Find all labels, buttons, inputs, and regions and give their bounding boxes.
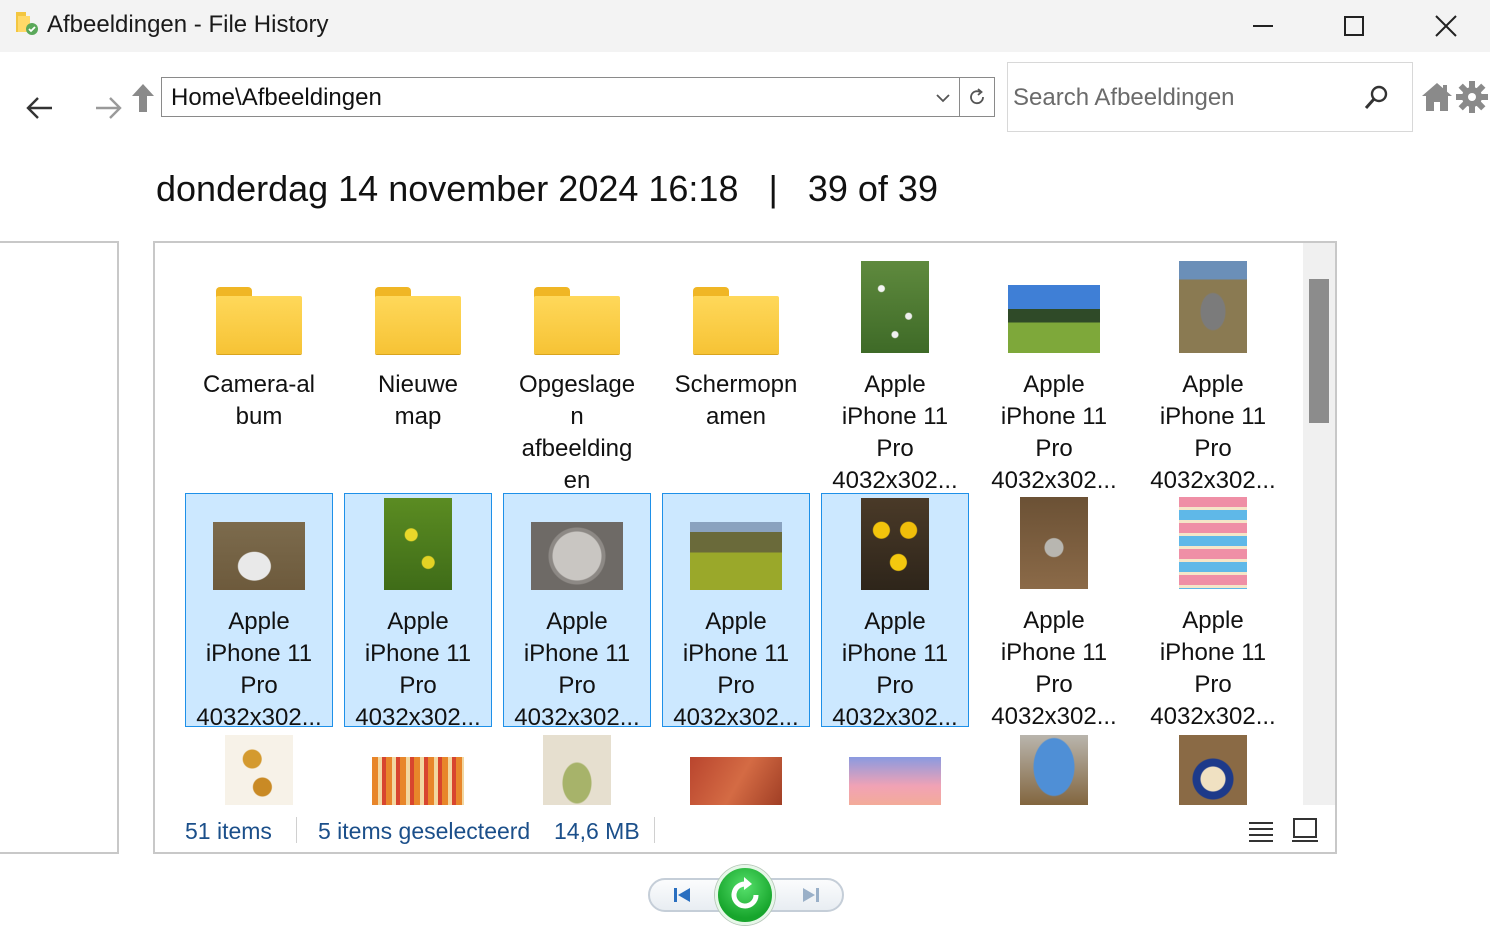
minimize-button[interactable] [1217,0,1309,52]
photo-item[interactable]: Apple iPhone 11 Pro 4032x302... [185,493,333,731]
photo-thumbnail-bark [1020,497,1088,589]
search-icon[interactable] [1360,82,1392,114]
heading-separator: | [768,168,778,209]
item-label: Apple iPhone 11 Pro 4032x302... [1150,371,1276,494]
folder-item[interactable]: Nieuwe map [344,257,492,491]
previous-version-icon[interactable] [668,882,698,908]
photo-thumbnail-cat-lying [213,522,305,590]
back-arrow-icon[interactable] [20,88,60,128]
refresh-button[interactable] [960,77,995,117]
photo-thumbnail-vegetables[interactable] [372,757,464,805]
item-label: Apple iPhone 11 Pro 4032x302... [196,608,322,731]
scrollbar-thumb[interactable] [1309,279,1329,423]
photo-thumbnail-cup[interactable] [1179,735,1247,805]
restore-button[interactable] [715,865,775,925]
photo-item[interactable]: Apple iPhone 11 Pro 4032x302... [1139,257,1287,494]
item-label: Apple iPhone 11 Pro 4032x302... [832,371,958,494]
photo-thumbnail-sunset[interactable] [849,757,941,805]
photo-thumbnail-artichoke[interactable] [543,735,611,805]
title-bar: Afbeeldingen - File History [0,0,1490,52]
address-bar[interactable]: Home\Afbeeldingen [161,77,960,117]
next-version-icon[interactable] [795,882,825,908]
address-text: Home\Afbeeldingen [171,84,382,111]
photo-thumbnail-crocus [861,498,929,590]
photo-thumbnail-pastries[interactable] [225,735,293,805]
folder-item[interactable]: Camera-al bum [185,257,333,491]
photo-item[interactable]: Apple iPhone 11 Pro 4032x302... [503,493,651,731]
item-count: 51 items [185,818,272,844]
photo-thumbnail-blue-macaron[interactable] [1020,735,1088,805]
item-label: Apple iPhone 11 Pro 4032x302... [1150,607,1276,730]
file-grid: Camera-al bum Nieuwe map Opgeslage n afb… [155,243,1303,805]
maximize-icon [1344,16,1364,36]
forward-arrow-icon[interactable] [90,88,130,128]
snapshot-position: 39 of 39 [807,168,938,209]
item-label: Apple iPhone 11 Pro 4032x302... [991,607,1117,730]
photo-thumbnail-macarons [1179,497,1247,589]
item-label: Apple iPhone 11 Pro 4032x302... [514,608,640,731]
restore-icon [731,877,759,909]
item-label: Camera-al bum [202,371,316,430]
photo-thumbnail-moss [690,522,782,590]
photo-thumbnail-flowers [861,261,929,353]
folder-icon [375,287,461,355]
item-label: Nieuwe map [377,371,459,430]
photo-item[interactable]: Apple iPhone 11 Pro 4032x302... [821,493,969,731]
item-label: Apple iPhone 11 Pro 4032x302... [355,608,481,731]
folder-icon [693,287,779,355]
home-icon[interactable] [1420,80,1454,114]
snapshot-heading: donderdag 14 november 2024 16:18 | 39 of… [156,168,938,210]
item-label: Apple iPhone 11 Pro 4032x302... [832,608,958,731]
photo-thumbnail-cat [1179,261,1247,353]
item-label: Apple iPhone 11 Pro 4032x302... [673,608,799,731]
photo-item[interactable]: Apple iPhone 11 Pro 4032x302... [344,493,492,731]
up-arrow-icon[interactable] [128,80,158,116]
photo-thumbnail-fence [1008,285,1100,353]
photo-thumbnail-red-leaves[interactable] [690,757,782,805]
chevron-down-icon[interactable] [933,88,953,108]
status-divider [296,817,297,843]
item-label: Opgeslage n afbeelding en [518,371,636,494]
snapshot-date: donderdag 14 november 2024 16:18 [156,168,739,209]
navigation-pane[interactable] [0,241,119,854]
status-bar: 51 items 5 items geselecteerd 14,6 MB [155,805,1335,852]
file-history-icon [16,12,38,35]
selection-count: 5 items geselecteerd [318,818,531,844]
details-view-icon[interactable] [1247,819,1275,843]
large-icons-view-icon[interactable] [1291,817,1319,843]
folder-item[interactable]: Schermopn amen [662,257,810,491]
gear-icon[interactable] [1455,80,1489,114]
window-title: Afbeeldingen - File History [47,11,329,38]
folder-icon [216,287,302,355]
file-pane: Camera-al bum Nieuwe map Opgeslage n afb… [153,241,1337,854]
photo-item[interactable]: Apple iPhone 11 Pro 4032x302... [1139,493,1287,730]
photo-item[interactable]: Apple iPhone 11 Pro 4032x302... [980,493,1128,730]
item-label: Apple iPhone 11 Pro 4032x302... [991,371,1117,494]
search-input[interactable] [1013,81,1353,115]
photo-thumbnail-yellow-flowers [384,498,452,590]
close-button[interactable] [1400,0,1490,52]
maximize-button[interactable] [1308,0,1400,52]
photo-item[interactable]: Apple iPhone 11 Pro 4032x302... [662,493,810,731]
refresh-icon [970,88,984,105]
selection-size: 14,6 MB [554,818,640,844]
status-divider [654,817,655,843]
photo-thumbnail-stone [531,522,623,590]
item-label: Schermopn amen [674,371,798,430]
photo-item[interactable]: Apple iPhone 11 Pro 4032x302... [980,257,1128,494]
folder-item[interactable]: Opgeslage n afbeelding en [503,257,651,494]
folder-icon [534,287,620,355]
close-icon [1435,15,1457,37]
search-box[interactable] [1007,62,1413,132]
minimize-icon [1253,25,1273,27]
photo-item[interactable]: Apple iPhone 11 Pro 4032x302... [821,257,969,494]
